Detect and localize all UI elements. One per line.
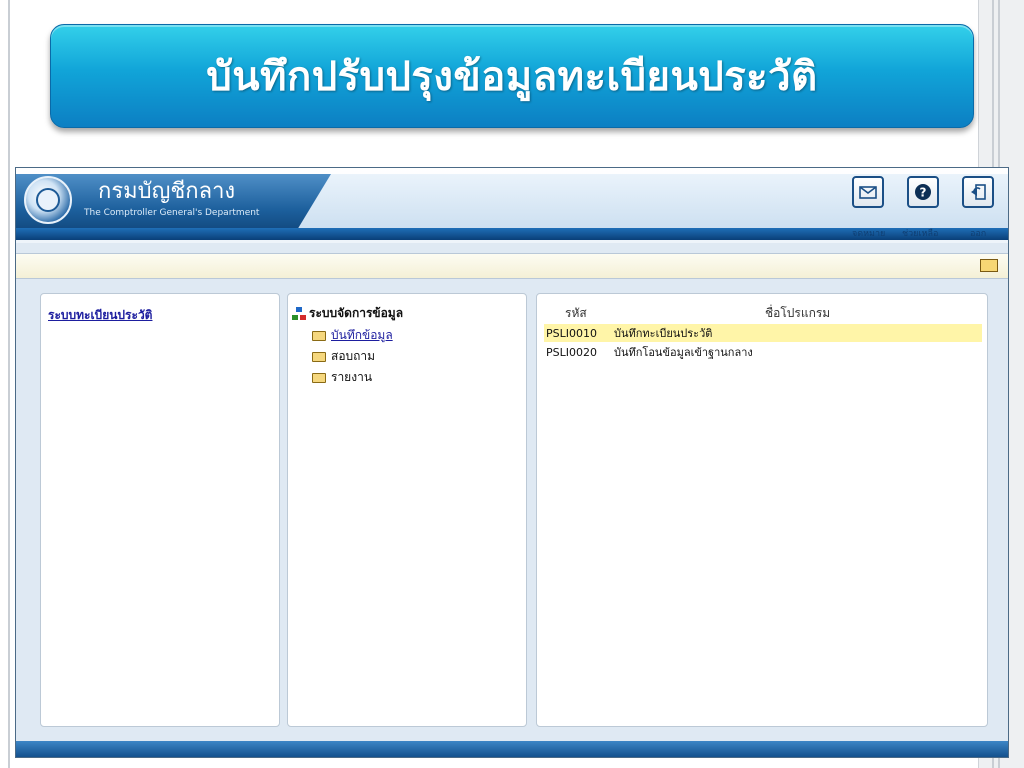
table-row[interactable]: PSLI0020 บันทึกโอนข้อมูลเข้าฐานกลาง xyxy=(544,343,982,361)
mail-button[interactable] xyxy=(852,176,884,208)
toolbar-strip xyxy=(16,253,1008,279)
slide-left-line xyxy=(8,0,10,768)
folder-icon xyxy=(312,372,326,383)
exit-label[interactable]: ออก xyxy=(970,226,986,240)
tree-root-label: ระบบจัดการข้อมูล xyxy=(309,306,404,320)
department-logo xyxy=(24,176,72,224)
logo-emblem-icon xyxy=(36,188,60,212)
help-button[interactable]: ? xyxy=(907,176,939,208)
program-name: บันทึกโอนข้อมูลเข้าฐานกลาง xyxy=(614,346,753,359)
mail-icon xyxy=(859,186,877,199)
folder-icon xyxy=(312,330,326,341)
org-name-thai: กรมบัญชีกลาง xyxy=(98,179,236,204)
mail-label[interactable]: จดหมาย xyxy=(852,226,885,240)
system-link[interactable]: ระบบทะเบียนประวัติ xyxy=(48,306,152,325)
tree-item-label: สอบถาม xyxy=(331,349,376,363)
tree-item-inquiry[interactable]: สอบถาม xyxy=(312,347,375,366)
menu-panel: ระบบจัดการข้อมูล บันทึกข้อมูล สอบถาม ราย… xyxy=(287,293,527,727)
tree-item-label: รายงาน xyxy=(331,370,373,384)
message-icon[interactable] xyxy=(980,259,998,272)
tree-item-report[interactable]: รายงาน xyxy=(312,368,372,387)
org-name-english: The Comptroller General's Department xyxy=(84,208,260,218)
program-code: PSLI0020 xyxy=(546,345,597,359)
slide-title-banner: บันทึกปรับปรุงข้อมูลทะเบียนประวัติ xyxy=(50,24,974,128)
table-row[interactable]: PSLI0010 บันทึกทะเบียนประวัติ xyxy=(544,324,982,342)
program-list-panel: รหัส ชื่อโปรแกรม PSLI0010 บันทึกทะเบียนป… xyxy=(536,293,988,727)
column-header-program-name: ชื่อโปรแกรม xyxy=(765,306,831,320)
help-label[interactable]: ช่วยเหลือ xyxy=(902,226,938,240)
tree-item-label: บันทึกข้อมูล xyxy=(331,328,393,342)
folder-icon xyxy=(312,351,326,362)
tree-item-record[interactable]: บันทึกข้อมูล xyxy=(312,326,393,345)
tree-root[interactable]: ระบบจัดการข้อมูล xyxy=(292,304,403,323)
program-code: PSLI0010 xyxy=(546,326,597,340)
help-icon: ? xyxy=(915,184,931,200)
column-header-code: รหัส xyxy=(565,306,587,320)
svg-text:?: ? xyxy=(920,186,927,200)
slide-title: บันทึกปรับปรุงข้อมูลทะเบียนประวัติ xyxy=(206,53,818,100)
app-bottom-bar xyxy=(16,741,1008,757)
app-window: กรมบัญชีกลาง The Comptroller General's D… xyxy=(15,167,1009,758)
program-name: บันทึกทะเบียนประวัติ xyxy=(614,327,713,340)
system-panel: ระบบทะเบียนประวัติ xyxy=(40,293,280,727)
exit-button[interactable] xyxy=(962,176,994,208)
exit-icon xyxy=(971,184,986,200)
app-header: กรมบัญชีกลาง The Comptroller General's D… xyxy=(16,168,1008,243)
network-tree-icon xyxy=(292,306,306,321)
